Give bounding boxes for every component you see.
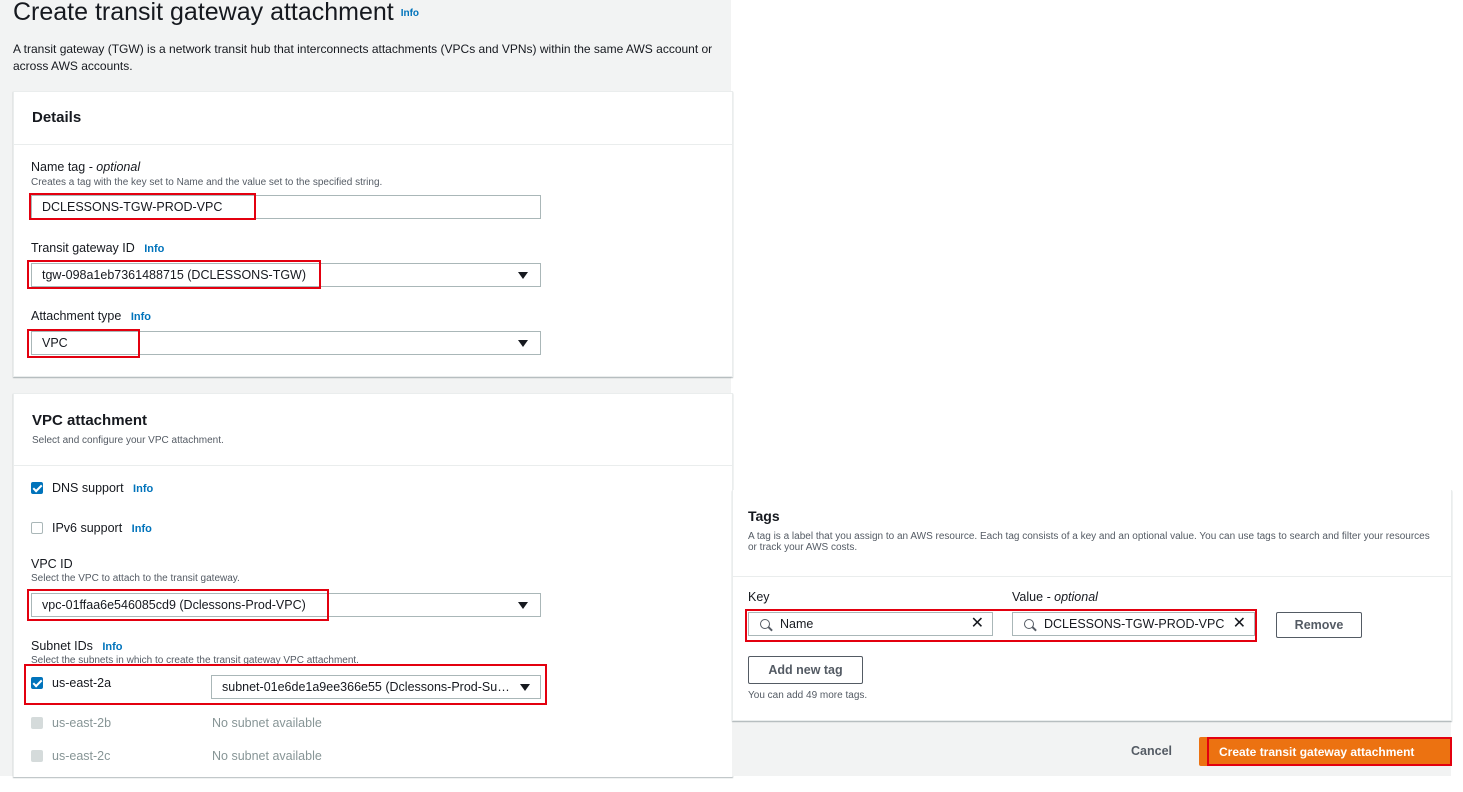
caret-down-icon (518, 340, 528, 347)
attachment-type-info-link[interactable]: Info (131, 311, 151, 323)
subnet-unavailable-text: No subnet available (212, 716, 322, 730)
subnet-ids-label-text: Subnet IDs (31, 639, 93, 653)
tags-header: Tags A tag is a label that you assign to… (733, 490, 1451, 577)
vpc-id-description: Select the VPC to attach to the transit … (31, 573, 240, 584)
name-tag-optional: - optional (85, 160, 141, 174)
subnet-ids-info-link[interactable]: Info (102, 641, 122, 653)
cancel-button[interactable]: Cancel (1131, 744, 1172, 758)
dns-support-label-text: DNS support (52, 481, 124, 495)
name-tag-description: Creates a tag with the key set to Name a… (31, 177, 383, 188)
page-title: Create transit gateway attachment Info (13, 0, 419, 27)
attachment-type-label: Attachment type Info (31, 309, 151, 323)
vpc-attachment-header: VPC attachment Select and configure your… (14, 394, 732, 466)
subnet-unavailable-text: No subnet available (212, 749, 322, 763)
ipv6-support-label: IPv6 support Info (52, 521, 152, 535)
tag-value-label: Value - optional (1012, 590, 1098, 604)
name-tag-highlight (29, 193, 256, 220)
dns-support-info-link[interactable]: Info (133, 483, 153, 495)
page-title-text: Create transit gateway attachment (13, 0, 394, 26)
name-tag-label: Name tag - optional (31, 160, 140, 174)
tags-panel: Tags A tag is a label that you assign to… (732, 490, 1452, 721)
tag-row-highlight (745, 609, 1257, 642)
transit-gateway-id-label: Transit gateway ID Info (31, 241, 164, 255)
tag-key-label: Key (748, 590, 770, 604)
vpc-attachment-description: Select and configure your VPC attachment… (32, 435, 224, 446)
tags-heading: Tags (748, 508, 780, 524)
attachment-type-label-text: Attachment type (31, 309, 122, 323)
ipv6-support-info-link[interactable]: Info (132, 523, 152, 535)
name-tag-label-text: Name tag (31, 160, 86, 174)
subnet-ids-label: Subnet IDs Info (31, 639, 123, 653)
dns-support-checkbox[interactable] (31, 482, 43, 494)
vpc-attachment-heading: VPC attachment (32, 412, 148, 429)
caret-down-icon (518, 272, 528, 279)
subnet-az-label: us-east-2b (52, 716, 112, 730)
transit-gateway-id-label-text: Transit gateway ID (31, 241, 135, 255)
caret-down-icon (518, 602, 528, 609)
title-info-link[interactable]: Info (401, 8, 419, 19)
transit-gateway-highlight (27, 260, 321, 289)
transit-gateway-info-link[interactable]: Info (144, 243, 164, 255)
dns-support-label: DNS support Info (52, 481, 153, 495)
create-button-highlight (1207, 737, 1452, 766)
tag-value-label-text: Value (1012, 590, 1044, 604)
subnet-checkbox-us-east-2b[interactable] (31, 717, 43, 729)
tags-description: A tag is a label that you assign to an A… (748, 531, 1430, 553)
subnet-checkbox-us-east-2c[interactable] (31, 750, 43, 762)
vpc-attachment-panel: VPC attachment Select and configure your… (13, 393, 733, 777)
attachment-type-highlight (27, 329, 140, 358)
ipv6-support-checkbox[interactable] (31, 522, 43, 534)
subnet-az-label: us-east-2c (52, 749, 111, 763)
subnet-highlight (24, 664, 547, 705)
vpc-id-label: VPC ID (31, 557, 73, 571)
tags-remaining-text: You can add 49 more tags. (748, 690, 868, 701)
add-new-tag-button[interactable]: Add new tag (748, 656, 863, 684)
ipv6-support-label-text: IPv6 support (52, 521, 123, 535)
vpc-id-highlight (27, 589, 329, 621)
remove-tag-button[interactable]: Remove (1276, 612, 1362, 638)
tag-value-optional: - optional (1043, 590, 1098, 604)
page-description: A transit gateway (TGW) is a network tra… (13, 42, 713, 73)
details-header: Details (14, 92, 732, 145)
details-heading: Details (32, 109, 82, 126)
